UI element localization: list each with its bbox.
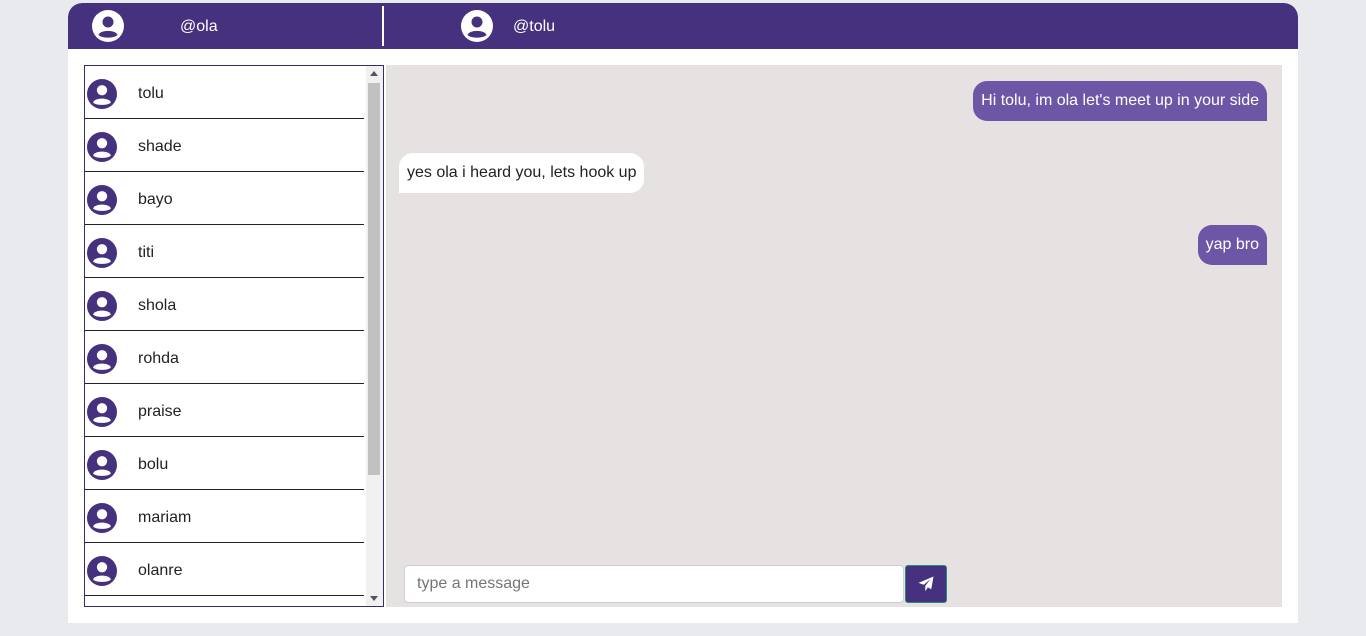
send-button[interactable] [905, 565, 947, 603]
user-circle-icon [87, 556, 117, 586]
contact-name: rohda [138, 350, 179, 367]
contact-item[interactable]: bayo [85, 172, 364, 225]
user-circle-icon [87, 238, 117, 268]
current-user-handle: @ola [180, 18, 218, 35]
header-divider [382, 6, 384, 46]
contact-item[interactable]: shola [85, 278, 364, 331]
contact-item[interactable]: shade [85, 119, 364, 172]
sent-message: Hi tolu, im ola let's meet up in your si… [973, 81, 1267, 121]
contact-item[interactable]: bolu [85, 437, 364, 490]
paper-plane-icon [918, 576, 934, 592]
contact-name: mariam [138, 509, 192, 526]
current-user-avatar-icon [92, 10, 124, 42]
contact-item[interactable]: rohda [85, 331, 364, 384]
user-circle-icon [87, 79, 117, 109]
sent-message: yap bro [1197, 225, 1267, 265]
user-circle-icon [87, 132, 117, 162]
contact-item[interactable]: mariam [85, 490, 364, 543]
contact-item[interactable]: olanre [85, 543, 364, 596]
user-circle-icon [87, 344, 117, 374]
contact-item[interactable]: tolu [85, 66, 364, 119]
contact-name: shola [138, 297, 177, 314]
contact-name: bayo [138, 191, 173, 208]
user-circle-icon [87, 450, 117, 480]
contact-name: shade [138, 138, 182, 155]
contact-item[interactable]: titi [85, 225, 364, 278]
received-message: yes ola i heard you, lets hook up [399, 153, 645, 193]
app-header: @ola @tolu [68, 3, 1298, 49]
user-circle-icon [87, 397, 117, 427]
scroll-up-arrow-icon[interactable] [370, 71, 378, 76]
scroll-down-arrow-icon[interactable] [370, 596, 378, 601]
contact-item[interactable]: praise [85, 384, 364, 437]
contact-list: tolu shade bayo titi shola rohda praise [84, 65, 384, 607]
chat-partner-handle: @tolu [513, 18, 556, 35]
contact-list-scrollbar[interactable] [366, 66, 383, 606]
user-circle-icon [87, 291, 117, 321]
contact-name: tolu [138, 85, 164, 102]
message-area: Hi tolu, im ola let's meet up in your si… [386, 65, 1282, 607]
contact-name: titi [138, 244, 154, 261]
user-circle-icon [87, 185, 117, 215]
scrollbar-thumb[interactable] [368, 83, 380, 475]
chat-partner-avatar-icon [461, 10, 493, 42]
chat-app: @ola @tolu tolu shade bayo titi shola ro… [68, 3, 1298, 623]
message-input[interactable] [404, 565, 904, 603]
contact-name: olanre [138, 562, 183, 579]
user-circle-icon [87, 503, 117, 533]
contact-name: praise [138, 403, 182, 420]
contact-name: bolu [138, 456, 169, 473]
